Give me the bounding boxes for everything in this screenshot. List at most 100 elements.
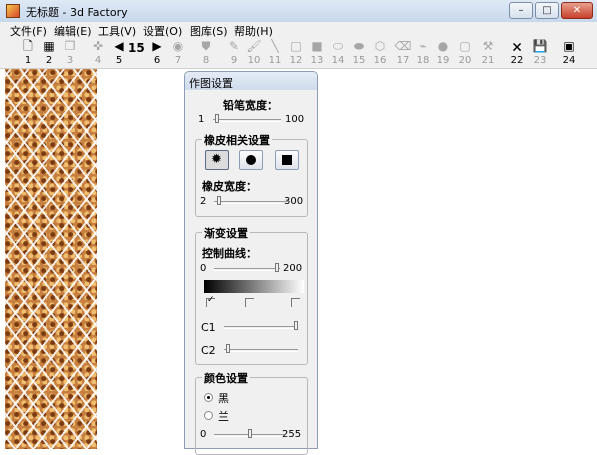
- polygon-icon: ⬡: [374, 39, 386, 53]
- grid-icon: ▦: [43, 39, 55, 53]
- tool-button-6[interactable]: ▶ 6: [147, 38, 167, 68]
- circle-icon: ●: [437, 39, 449, 53]
- tool-button-2[interactable]: ▦ 2: [39, 38, 59, 68]
- curve-thumb[interactable]: [275, 263, 279, 272]
- eraser-max: 300: [284, 196, 304, 207]
- tool-button-22[interactable]: 🗙 22: [507, 38, 527, 68]
- curve-slider[interactable]: [214, 268, 280, 271]
- c1-slider[interactable]: [224, 326, 298, 329]
- tool-button-4[interactable]: ✜ 4: [88, 38, 108, 68]
- new-file-icon: 🗋: [23, 39, 33, 53]
- close-button[interactable]: ✕: [561, 2, 593, 19]
- tool-number: 16: [373, 55, 387, 66]
- tool-number: 18: [416, 55, 430, 66]
- tool-button-10[interactable]: 🖌 10: [244, 38, 264, 68]
- copy-icon: ❐: [64, 39, 76, 53]
- tool-number: 23: [533, 55, 547, 66]
- wand-icon: ⚒: [482, 39, 494, 53]
- tool-number: 12: [289, 55, 303, 66]
- tool-button-19[interactable]: ● 19: [433, 38, 453, 68]
- tool-button-16[interactable]: ⬡ 16: [370, 38, 390, 68]
- tool-button-12[interactable]: □ 12: [286, 38, 306, 68]
- tool-number: 13: [310, 55, 324, 66]
- gradient-group-title: 渐变设置: [202, 225, 250, 241]
- tool-button-9[interactable]: ✎ 9: [224, 38, 244, 68]
- eraser-soft-button[interactable]: ✹: [205, 150, 229, 170]
- tool-button-23[interactable]: 💾 23: [530, 38, 550, 68]
- tool-button-8[interactable]: ⛊ 8: [196, 38, 216, 68]
- eraser-min: 2: [200, 196, 207, 207]
- radio-blue-label: 兰: [218, 410, 229, 423]
- toolbar: 15 🗋 1 ▦ 2 ❐ 3 ✜ 4 ◀ 5 ▶ 6 ◉ 7 ⛊ 8 ✎ 9 🖌 10 ╲ 11 □ 12 ■ 13 ⬭ 14 ⬬ 15 ⬡…: [0, 38, 597, 69]
- pencil-min: 1: [198, 114, 205, 125]
- gradient-preview-bar: [204, 280, 304, 293]
- save-icon: 💾: [532, 39, 548, 53]
- menu-edit[interactable]: 编辑(E): [54, 23, 92, 39]
- menu-gallery[interactable]: 图库(S): [190, 23, 228, 39]
- tool-number: 11: [268, 55, 282, 66]
- delete-icon: 🗙: [512, 39, 522, 53]
- curve-label: 控制曲线：: [202, 247, 257, 260]
- tool-number: 15: [352, 55, 366, 66]
- filled-rect-icon: ■: [311, 39, 323, 53]
- gradient-point-checkbox-mid[interactable]: [245, 298, 254, 307]
- eraser-width-slider[interactable]: [214, 201, 288, 204]
- square-outline-icon: ▢: [459, 39, 471, 53]
- tool-button-14[interactable]: ⬭ 14: [328, 38, 348, 68]
- tool-button-13[interactable]: ■ 13: [307, 38, 327, 68]
- c1-thumb[interactable]: [294, 321, 298, 330]
- panel-header[interactable]: 作图设置: [185, 72, 317, 90]
- tool-button-3[interactable]: ❐ 3: [60, 38, 80, 68]
- bucket-icon: ⛊: [201, 39, 211, 53]
- radio-blue[interactable]: [204, 411, 213, 420]
- tool-button-7[interactable]: ◉ 7: [168, 38, 188, 68]
- maximize-button[interactable]: □: [535, 2, 559, 19]
- pencil-width-thumb[interactable]: [215, 114, 219, 123]
- tool-number: 20: [458, 55, 472, 66]
- curve-max: 200: [283, 263, 303, 274]
- eraser-round-button[interactable]: [239, 150, 263, 170]
- tool-button-11[interactable]: ╲ 11: [265, 38, 285, 68]
- brush-icon: 🖌: [246, 39, 262, 53]
- sun-brush-icon: ✹: [211, 152, 222, 167]
- tool-button-18[interactable]: ⌁ 18: [413, 38, 433, 68]
- eraser-square-button[interactable]: [275, 150, 299, 170]
- tool-number: 24: [562, 55, 576, 66]
- gradient-point-checkbox-right[interactable]: [291, 298, 300, 307]
- tool-number: 6: [153, 55, 161, 66]
- color-thumb[interactable]: [248, 429, 252, 438]
- minimize-button[interactable]: –: [509, 2, 533, 19]
- tool-button-1[interactable]: 🗋 1: [18, 38, 38, 68]
- tool-button-17[interactable]: ⌫ 17: [393, 38, 413, 68]
- tool-number: 2: [45, 55, 53, 66]
- gradient-settings-group: 渐变设置 控制曲线： 0 200 C1 C2: [195, 225, 308, 365]
- tool-number: 4: [94, 55, 102, 66]
- color-settings-group: 颜色设置 黑 兰 0 255: [195, 370, 308, 455]
- c2-thumb[interactable]: [226, 344, 230, 353]
- tool-button-24[interactable]: ▣ 24: [559, 38, 579, 68]
- menu-tools[interactable]: 工具(V): [98, 23, 136, 39]
- eraser-width-label: 橡皮宽度：: [202, 180, 257, 193]
- tool-number: 1: [24, 55, 32, 66]
- tool-number: 17: [396, 55, 410, 66]
- c2-slider[interactable]: [224, 349, 298, 352]
- tool-button-20[interactable]: ▢ 20: [455, 38, 475, 68]
- pencil-width-slider[interactable]: [213, 119, 281, 122]
- tool-button-21[interactable]: ⚒ 21: [478, 38, 498, 68]
- tool-number: 7: [174, 55, 182, 66]
- eraser-width-thumb[interactable]: [217, 196, 221, 205]
- radio-black[interactable]: [204, 393, 213, 402]
- tool-button-15[interactable]: ⬬ 15: [349, 38, 369, 68]
- tool-button-5[interactable]: ◀ 5: [109, 38, 129, 68]
- menu-settings[interactable]: 设置(O): [143, 23, 182, 39]
- tool-number: 5: [115, 55, 123, 66]
- gradient-point-checkbox-left[interactable]: [206, 295, 215, 307]
- pick-icon: ✜: [92, 39, 104, 53]
- menu-help[interactable]: 帮助(H): [234, 23, 273, 39]
- window-title: 无标题 - 3d Factory: [26, 6, 128, 19]
- tool-number: 22: [510, 55, 524, 66]
- tool-number: 14: [331, 55, 345, 66]
- tool-number: 21: [481, 55, 495, 66]
- tool-number: 3: [66, 55, 74, 66]
- menu-file[interactable]: 文件(F): [10, 23, 47, 39]
